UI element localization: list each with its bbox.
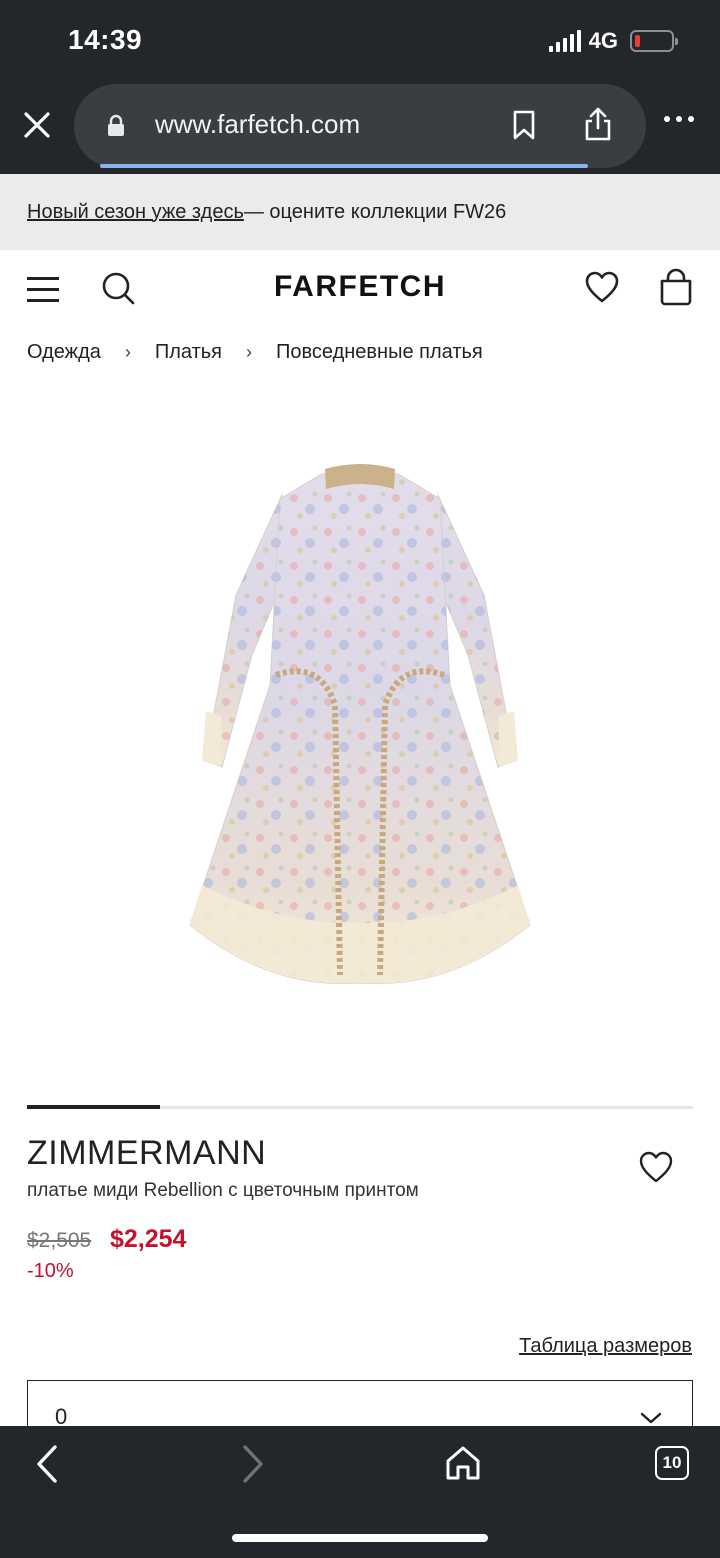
status-indicators: 4G xyxy=(548,28,678,54)
product-brand[interactable]: ZIMMERMANN xyxy=(27,1134,266,1173)
product-image[interactable] xyxy=(150,455,570,995)
breadcrumb: Одежда › Платья › Повседневные платья xyxy=(27,341,483,364)
home-indicator xyxy=(232,1534,488,1542)
browser-top-bar: 14:39 4G www.farfetch.com xyxy=(0,0,720,174)
wishlist-heart-icon[interactable] xyxy=(584,270,620,309)
breadcrumb-item-casual-dresses[interactable]: Повседневные платья xyxy=(276,341,483,364)
network-label: 4G xyxy=(588,28,618,53)
gallery-progress xyxy=(27,1105,693,1109)
promo-banner: Новый сезон уже здесь — оцените коллекци… xyxy=(0,174,720,250)
breadcrumb-item-dresses[interactable]: Платья xyxy=(155,341,222,364)
discount-badge: -10% xyxy=(27,1260,74,1282)
breadcrumb-separator: › xyxy=(246,342,252,362)
product-description: платье миди Rebellion с цветочным принто… xyxy=(27,1180,419,1201)
add-to-wishlist-heart-icon[interactable] xyxy=(638,1150,674,1189)
more-icon[interactable] xyxy=(664,116,694,122)
site-header: FARFETCH xyxy=(0,250,720,326)
tabs-count-button[interactable]: 10 xyxy=(655,1446,689,1480)
lock-icon xyxy=(106,114,126,143)
battery-level xyxy=(635,35,640,47)
address-bar[interactable]: www.farfetch.com xyxy=(74,84,646,168)
breadcrumb-separator: › xyxy=(124,342,131,362)
forward-arrow-icon[interactable] xyxy=(240,1444,266,1489)
size-guide-link[interactable]: Таблица размеров xyxy=(519,1335,692,1358)
gallery-progress-indicator xyxy=(27,1105,161,1109)
breadcrumb-item-clothing[interactable]: Одежда xyxy=(27,341,101,364)
battery-icon xyxy=(630,30,678,52)
browser-bottom-bar: 10 xyxy=(0,1426,720,1558)
promo-text: — оцените коллекции FW26 xyxy=(243,200,507,223)
bookmark-icon[interactable] xyxy=(510,109,538,146)
shopping-bag-icon[interactable] xyxy=(657,268,695,311)
share-icon[interactable] xyxy=(582,106,614,147)
promo-link[interactable]: Новый сезон уже здесь xyxy=(27,201,244,224)
home-icon[interactable] xyxy=(444,1444,482,1487)
signal-icon xyxy=(548,30,581,52)
url-text[interactable]: www.farfetch.com xyxy=(155,109,360,140)
back-arrow-icon[interactable] xyxy=(34,1444,60,1489)
page-load-progress xyxy=(100,164,588,168)
price-original: $2,505 xyxy=(27,1229,92,1252)
price-sale: $2,254 xyxy=(110,1225,187,1253)
close-icon[interactable] xyxy=(18,106,56,144)
status-time: 14:39 xyxy=(68,24,143,55)
